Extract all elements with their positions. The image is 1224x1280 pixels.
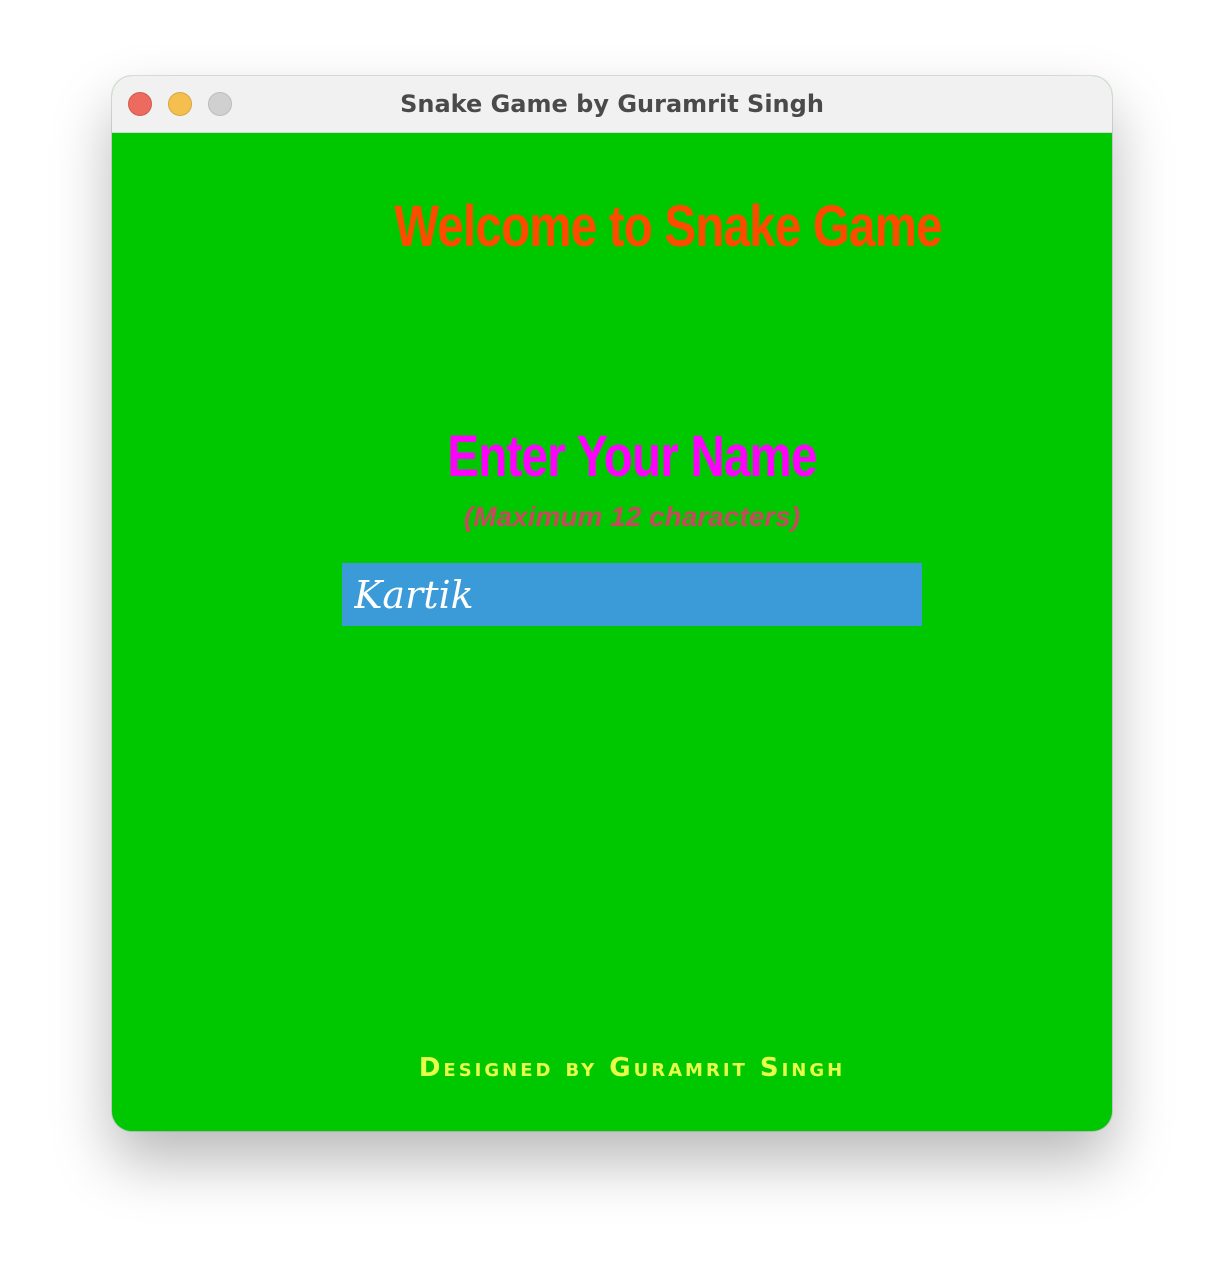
player-name-input[interactable] (342, 563, 922, 626)
game-screen: Welcome to Snake Game Enter Your Name (M… (112, 133, 1112, 1131)
enter-name-heading: Enter Your Name (447, 424, 817, 489)
designer-credit: Designed by Guramrit Singh (418, 1053, 846, 1083)
window-title: Snake Game by Guramrit Singh (400, 90, 824, 118)
name-length-hint: (Maximum 12 characters) (463, 501, 801, 532)
title-bar[interactable]: Snake Game by Guramrit Singh (112, 76, 1112, 133)
app-window: Snake Game by Guramrit Singh Welcome to … (112, 76, 1112, 1131)
welcome-heading: Welcome to Snake Game (394, 194, 942, 259)
